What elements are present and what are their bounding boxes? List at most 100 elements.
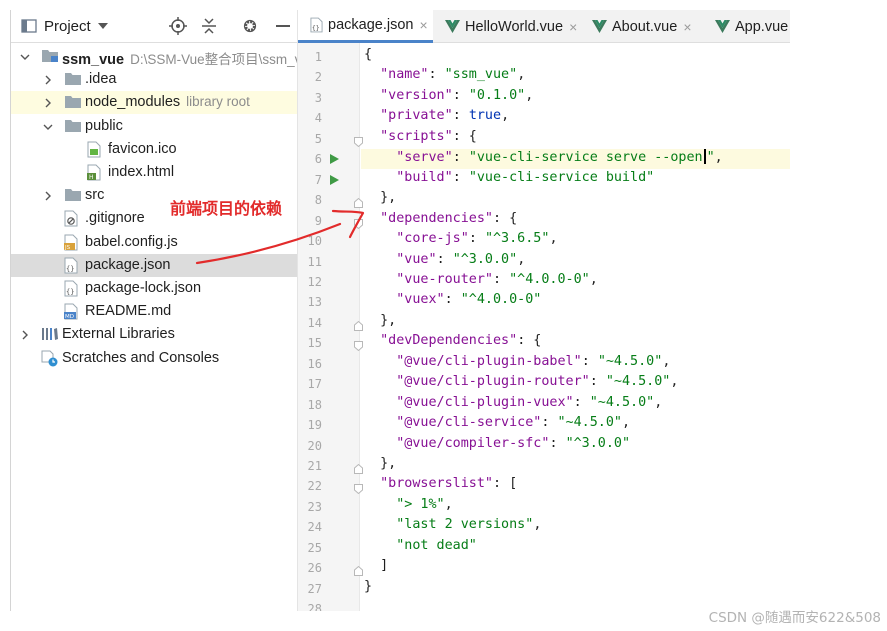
tree-item-text: favicon.ico (108, 140, 177, 157)
code-line: }, (364, 313, 396, 333)
tree-item-text: src (85, 187, 105, 204)
chevron-right-icon[interactable] (42, 73, 54, 85)
code-token: "0.1.0" (468, 87, 526, 103)
line-number: 26 (307, 561, 322, 576)
code-token: } (364, 578, 373, 594)
fold-marker-icon[interactable] (354, 461, 363, 474)
tree-item-favicon-ico[interactable]: favicon.ico (11, 138, 297, 161)
json-file-icon: {} (64, 280, 82, 297)
tab-package-json[interactable]: {} package.json × (298, 10, 433, 43)
chevron-down-icon[interactable] (19, 50, 31, 62)
tree-item-scratches-and-consoles[interactable]: Scratches and Consoles (11, 347, 297, 370)
editor-area: {} package.json × HelloWorld.vue × About.vue ×… (297, 10, 790, 611)
tree-item-external-libraries[interactable]: External Libraries (11, 323, 297, 346)
code-token: }, (364, 456, 397, 471)
code-token: "devDependencies" (380, 333, 518, 349)
fold-marker-icon[interactable] (354, 134, 363, 147)
code-token: , (444, 496, 453, 512)
settings-gear-icon[interactable] (240, 16, 260, 36)
run-script-icon[interactable] (330, 154, 339, 165)
close-icon[interactable]: × (683, 19, 691, 35)
tree-item-idea[interactable]: .idea (11, 68, 297, 91)
tree-item-label: babel.config.js (85, 234, 178, 250)
code-token: , (622, 415, 631, 431)
fold-marker-icon[interactable] (354, 563, 363, 577)
chevron-right-icon[interactable] (42, 189, 54, 201)
tab-app-vue[interactable]: App.vue (703, 10, 790, 43)
code-token: "vue-router" (396, 271, 493, 287)
line-number: 11 (307, 254, 322, 269)
code-token: , (662, 353, 671, 369)
tree-item-index-html[interactable]: Hindex.html (11, 161, 297, 184)
code-line: "serve": "vue-cli-service serve --open ", (364, 149, 723, 169)
tree-item-text: External Libraries (62, 326, 175, 343)
fold-marker-icon[interactable] (354, 338, 363, 352)
code-token: " (706, 150, 715, 166)
code-line: "devDependencies": { (364, 333, 541, 353)
tab-about-vue[interactable]: About.vue × (580, 10, 703, 43)
collapse-all-icon[interactable] (199, 16, 219, 36)
code-token: "^3.0.0" (452, 251, 518, 267)
tab-label: package.json (328, 17, 414, 33)
code-token: "@vue/compiler-sfc" (396, 435, 550, 451)
code-line: "@vue/cli-plugin-vuex": "~4.5.0", (364, 395, 662, 415)
code-token: : (444, 292, 461, 308)
svg-text:{}: {} (312, 24, 320, 32)
tree-item-node-modules[interactable]: node_modules library root (11, 91, 297, 115)
tree-item-text: package.json (85, 256, 171, 273)
code-token: : (452, 87, 469, 103)
tree-item-readme-md[interactable]: MD README.md (11, 300, 297, 323)
code-line: }, (364, 190, 396, 210)
code-token: "serve" (396, 150, 453, 166)
line-number: 28 (307, 602, 322, 611)
close-icon[interactable]: × (569, 19, 577, 35)
tree-item-hint: library root (186, 94, 250, 110)
code-token: : (452, 169, 469, 185)
line-number: 5 (314, 131, 322, 146)
close-icon[interactable]: × (419, 17, 427, 33)
code-line: "core-js": "^3.6.5", (364, 231, 557, 251)
chevron-right-icon[interactable] (19, 328, 31, 340)
chevron-right-icon[interactable] (42, 96, 54, 108)
module-folder-icon (41, 48, 59, 65)
code-token: "@vue/cli-plugin-router" (396, 374, 590, 390)
tree-item-label: External Libraries (62, 326, 175, 342)
dropdown-chevron-icon[interactable] (93, 16, 113, 36)
tree-item-babel-config-js[interactable]: JS babel.config.js (11, 231, 297, 254)
line-number: 16 (307, 356, 322, 371)
tree-item-package-lock-json[interactable]: {} package-lock.json (11, 277, 297, 300)
project-view-title[interactable]: Project (44, 18, 91, 35)
project-header: Project (11, 10, 297, 43)
code-token: "scripts" (380, 128, 453, 144)
fold-marker-icon[interactable] (354, 318, 363, 331)
code-token: "^4.0.0-0" (460, 292, 542, 308)
tree-item-label: .gitignore (85, 210, 145, 226)
code-token: , (517, 251, 526, 267)
vue-file-icon (715, 20, 730, 33)
fold-marker-icon[interactable] (354, 195, 363, 209)
tree-item-ssm-vue[interactable]: ssm_vue D:\SSM-Vue整合项目\ssm_vue (11, 45, 297, 68)
line-number: 8 (314, 193, 322, 208)
code-token: "~4.5.0" (557, 415, 623, 431)
code-token: , (670, 374, 679, 390)
line-number: 19 (307, 418, 322, 433)
code-token: : (493, 271, 510, 287)
run-script-icon[interactable] (330, 174, 339, 185)
code-token: { (364, 47, 373, 62)
fold-marker-icon[interactable] (354, 216, 363, 229)
tree-item-public[interactable]: public (11, 115, 297, 138)
locate-icon[interactable] (168, 16, 188, 36)
tab-helloworld-vue[interactable]: HelloWorld.vue × (433, 10, 580, 43)
hide-icon[interactable] (273, 16, 293, 36)
tree-item-label: README.md (85, 303, 171, 319)
tree-item-package-json[interactable]: {} package.json (11, 253, 297, 277)
chevron-down-icon[interactable] (42, 120, 54, 132)
code-line: "@vue/cli-plugin-router": "~4.5.0", (364, 374, 678, 394)
fold-marker-icon[interactable] (354, 481, 363, 495)
